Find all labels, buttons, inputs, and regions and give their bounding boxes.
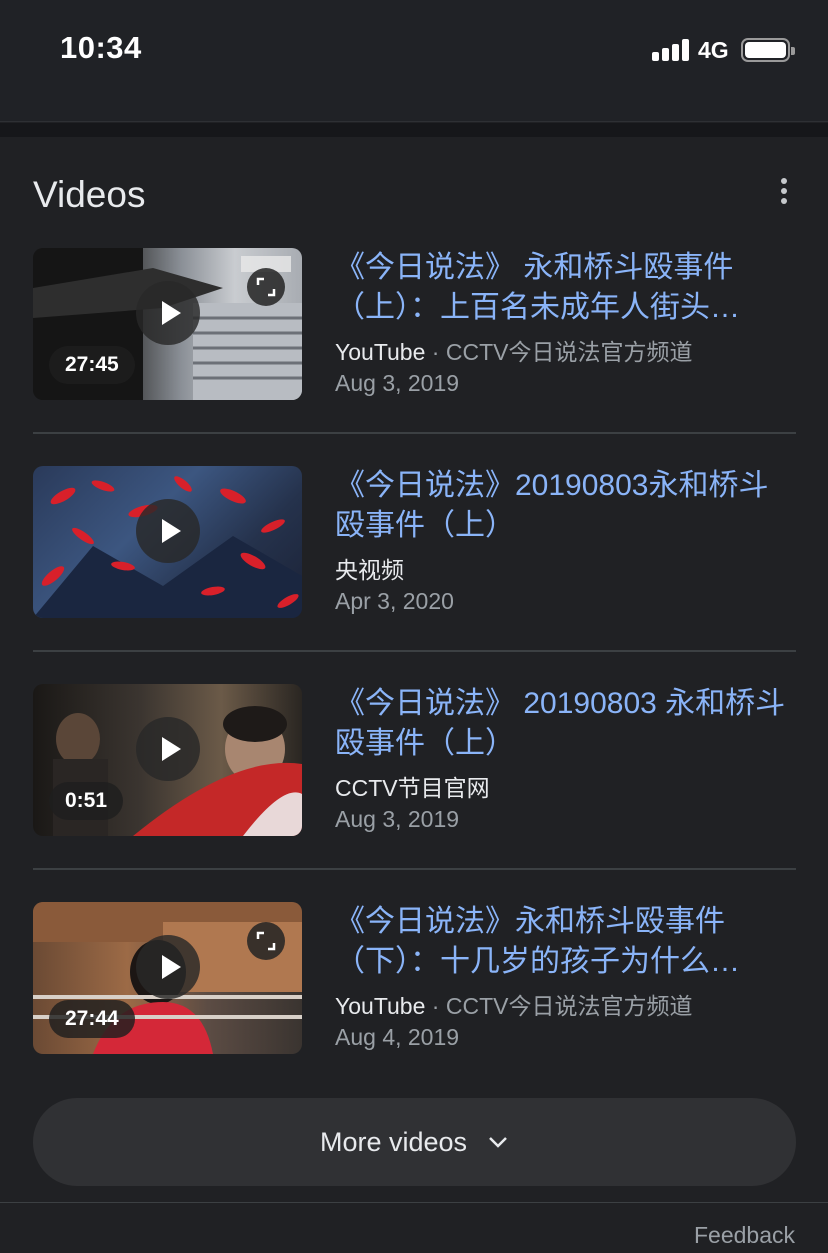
- video-meta: CCTV节目官网: [335, 773, 796, 803]
- video-source: YouTube: [335, 339, 426, 365]
- video-date: Aug 3, 2019: [335, 370, 460, 396]
- feedback-link[interactable]: Feedback: [694, 1222, 795, 1249]
- video-result[interactable]: 27:45 《今日说法》 永和桥斗殴事件（上）：上百名未成年人街头… YouTu…: [33, 248, 796, 400]
- network-type: 4G: [698, 37, 729, 63]
- video-result[interactable]: 《今日说法》20190803永和桥斗殴事件（上） 央视频 Apr 3, 2020: [33, 466, 796, 618]
- video-channel: CCTV今日说法官方频道: [445, 339, 693, 365]
- chevron-down-icon: [489, 1137, 507, 1148]
- video-duration: 27:44: [49, 1000, 135, 1038]
- video-result[interactable]: 27:44 《今日说法》永和桥斗殴事件（下）：十几岁的孩子为什么… YouTub…: [33, 902, 796, 1054]
- video-source: CCTV节目官网: [335, 775, 490, 801]
- video-meta: YouTube · CCTV今日说法官方频道: [335, 991, 796, 1021]
- video-thumbnail[interactable]: 27:44: [33, 902, 302, 1054]
- play-icon[interactable]: [136, 717, 200, 781]
- video-date: Aug 3, 2019: [335, 806, 460, 832]
- play-icon[interactable]: [136, 499, 200, 563]
- video-duration: 0:51: [49, 782, 124, 820]
- battery-icon: [741, 38, 795, 62]
- section-title: Videos: [33, 174, 146, 215]
- video-title[interactable]: 《今日说法》永和桥斗殴事件（下）：十几岁的孩子为什么…: [335, 902, 796, 982]
- signal-strength-icon: [652, 39, 690, 61]
- video-thumbnail[interactable]: 0:51: [33, 684, 302, 836]
- status-time: 10:34: [60, 30, 142, 65]
- more-videos-button[interactable]: More videos: [33, 1098, 796, 1186]
- video-source: 央视频: [335, 557, 404, 583]
- video-title[interactable]: 《今日说法》 永和桥斗殴事件（上）：上百名未成年人街头…: [335, 248, 796, 328]
- more-vert-icon[interactable]: [770, 174, 798, 208]
- video-meta: YouTube · CCTV今日说法官方频道: [335, 337, 796, 367]
- video-meta: 央视频: [335, 555, 796, 585]
- section-separator: [0, 123, 828, 137]
- divider: [0, 1202, 828, 1203]
- play-icon[interactable]: [136, 281, 200, 345]
- video-result[interactable]: 0:51 《今日说法》 20190803 永和桥斗殴事件（上） CCTV节目官网…: [33, 684, 796, 836]
- more-videos-label: More videos: [319, 1126, 468, 1157]
- video-title[interactable]: 《今日说法》 20190803 永和桥斗殴事件（上）: [335, 684, 796, 764]
- video-thumbnail[interactable]: 27:45: [33, 248, 302, 400]
- video-source: YouTube: [335, 993, 426, 1019]
- meta-separator: ·: [425, 993, 446, 1019]
- expand-icon[interactable]: [247, 922, 285, 960]
- video-duration: 27:45: [49, 346, 135, 384]
- divider: [33, 432, 796, 434]
- video-date: Aug 4, 2019: [335, 1024, 460, 1050]
- video-channel: CCTV今日说法官方频道: [445, 993, 693, 1019]
- play-icon[interactable]: [136, 935, 200, 999]
- video-date: Apr 3, 2020: [335, 588, 454, 614]
- divider: [33, 868, 796, 870]
- video-thumbnail[interactable]: [33, 466, 302, 618]
- status-bar: 10:34 4G: [0, 0, 828, 122]
- meta-separator: ·: [425, 339, 446, 365]
- divider: [33, 650, 796, 652]
- video-title[interactable]: 《今日说法》20190803永和桥斗殴事件（上）: [335, 466, 796, 546]
- expand-icon[interactable]: [247, 268, 285, 306]
